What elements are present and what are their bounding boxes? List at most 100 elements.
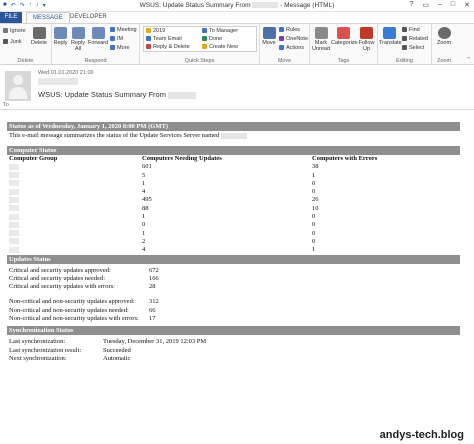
tab-file[interactable]: FILE	[0, 12, 22, 23]
maximize-button[interactable]: □	[451, 1, 455, 9]
updates-status-table: Critical and security updates approved: 6…	[7, 264, 460, 324]
reply-delete-icon	[146, 44, 151, 49]
ribbon-display-button[interactable]: ▭	[422, 1, 429, 9]
help-button[interactable]: ?	[409, 1, 413, 9]
table-row: Critical and security updates with error…	[7, 283, 460, 291]
column-header: Computers with Errors	[312, 155, 378, 162]
rules-button[interactable]: Rules	[279, 27, 300, 34]
ribbon: Ignore Junk Delete Delete Reply Reply Al…	[0, 23, 474, 65]
related-icon	[402, 36, 407, 41]
sync-value: Automatic	[103, 354, 131, 362]
needing-cell: 1	[142, 229, 146, 237]
junk-button[interactable]: Junk	[3, 39, 22, 46]
check-icon	[202, 36, 207, 41]
redacted-group	[7, 172, 140, 180]
group-label-delete: Delete	[17, 58, 34, 64]
needing-cell: 4	[142, 246, 146, 254]
sync-label: Last synchronization result:	[9, 346, 82, 354]
group-respond: Reply Reply All Forward Meeting IM More …	[52, 24, 140, 65]
reply-all-icon	[71, 27, 85, 39]
magnifier-icon	[437, 27, 451, 39]
group-quick-steps: 2019 Team Email Reply & Delete To Manage…	[140, 24, 260, 65]
meeting-button[interactable]: Meeting	[110, 27, 137, 34]
ignore-label: Ignore	[10, 28, 26, 34]
minimize-button[interactable]: –	[438, 1, 442, 9]
find-button[interactable]: Find	[402, 27, 420, 34]
forward-button[interactable]: Forward	[88, 27, 108, 46]
needing-cell: 601	[142, 163, 152, 171]
lightning-icon	[202, 44, 207, 49]
im-button[interactable]: IM	[110, 36, 123, 43]
stat-label: Critical and security updates needed:	[9, 274, 106, 282]
stat-label: Non-critical and non-security updates ap…	[9, 298, 135, 306]
more-label: More	[117, 45, 130, 51]
junk-label: Junk	[10, 39, 22, 45]
tab-developer[interactable]: DEVELOPER	[64, 12, 113, 23]
move-button[interactable]: Move	[261, 27, 277, 46]
mark-unread-label: Mark Unread	[312, 40, 331, 52]
stat-value: 166	[149, 274, 159, 282]
sync-status-table: Last synchronization: Tuesday, December 3…	[7, 335, 460, 363]
delete-button[interactable]: Delete	[30, 27, 48, 46]
intro-text: This e-mail message summarizes the statu…	[9, 132, 220, 139]
quick-step-reply-delete[interactable]: Reply & Delete	[146, 44, 190, 51]
collapse-ribbon-icon[interactable]: ⌃	[466, 57, 471, 64]
quick-step-team-email[interactable]: Team Email	[146, 36, 182, 43]
table-row: Critical and security updates approved: 6…	[7, 267, 460, 275]
quick-step-2019[interactable]: 2019	[146, 28, 165, 35]
onenote-button[interactable]: OneNote	[279, 36, 308, 43]
quick-step-done[interactable]: Done	[202, 36, 222, 43]
ribbon-tabs: FILE MESSAGE DEVELOPER	[0, 12, 474, 23]
redacted-group	[7, 238, 140, 246]
title-bar: ■ ↶ ↷ ↑ ↓ ▾ WSUS: Update Status Summary …	[0, 0, 474, 12]
redacted-group	[7, 205, 140, 213]
needing-cell: 88	[142, 204, 149, 212]
mark-unread-button[interactable]: Mark Unread	[312, 27, 330, 52]
errors-cell: 10	[312, 204, 319, 212]
actions-button[interactable]: Actions	[279, 45, 304, 52]
stat-value: 17	[149, 315, 156, 323]
move-label: Move	[262, 40, 276, 46]
group-tags: Mark Unread Categorize Follow Up Tags	[310, 24, 378, 65]
zoom-label: Zoom	[436, 40, 452, 46]
quick-step-label: To Manager	[209, 28, 239, 34]
quick-step-create-new[interactable]: Create New	[202, 44, 238, 51]
zoom-button[interactable]: Zoom	[434, 27, 454, 46]
errors-cell: 0	[312, 237, 316, 245]
meeting-icon	[110, 27, 115, 32]
reply-label: Reply	[53, 40, 68, 46]
translate-button[interactable]: Translate	[379, 27, 402, 46]
junk-icon	[3, 39, 8, 44]
onenote-label: OneNote	[286, 36, 309, 42]
intro-line: This e-mail message summarizes the statu…	[7, 131, 460, 140]
reply-icon	[54, 27, 67, 39]
quick-step-label: Reply & Delete	[153, 44, 190, 50]
forward-manager-icon	[202, 28, 207, 33]
quick-step-to-manager[interactable]: To Manager	[202, 28, 238, 35]
table-row: Critical and security updates needed: 166	[7, 275, 460, 283]
close-button[interactable]: ✕	[464, 1, 470, 9]
sync-label: Next synchronization:	[9, 354, 67, 362]
message-body: Status as of Wednesday, January 1, 2020 …	[7, 122, 460, 363]
categorize-button[interactable]: Categorize	[331, 27, 358, 46]
reply-button[interactable]: Reply	[53, 27, 68, 46]
table-row: Last synchronization result: Succeeded	[7, 347, 460, 355]
reply-all-button[interactable]: Reply All	[69, 27, 87, 52]
more-button[interactable]: More	[110, 45, 130, 52]
errors-cell: 1	[312, 246, 316, 254]
follow-up-button[interactable]: Follow Up	[357, 27, 376, 52]
group-label-move: Move	[277, 58, 292, 64]
needing-cell: 495	[142, 196, 152, 204]
delete-icon	[32, 27, 46, 39]
errors-cell: 38	[312, 163, 319, 171]
group-label-quick-steps: Quick Steps	[184, 58, 215, 64]
ignore-button[interactable]: Ignore	[3, 28, 26, 35]
message-header: Wed 01.01.2020 21:00 WSUS: Update Status…	[0, 66, 474, 110]
stat-value: 28	[149, 283, 156, 291]
table-row: 10	[7, 230, 460, 238]
to-label: To	[3, 102, 9, 108]
select-button[interactable]: Select	[402, 45, 424, 52]
quick-step-label: Done	[209, 36, 223, 42]
message-date: Wed 01.01.2020 21:00	[38, 70, 94, 76]
related-button[interactable]: Related	[402, 36, 428, 43]
